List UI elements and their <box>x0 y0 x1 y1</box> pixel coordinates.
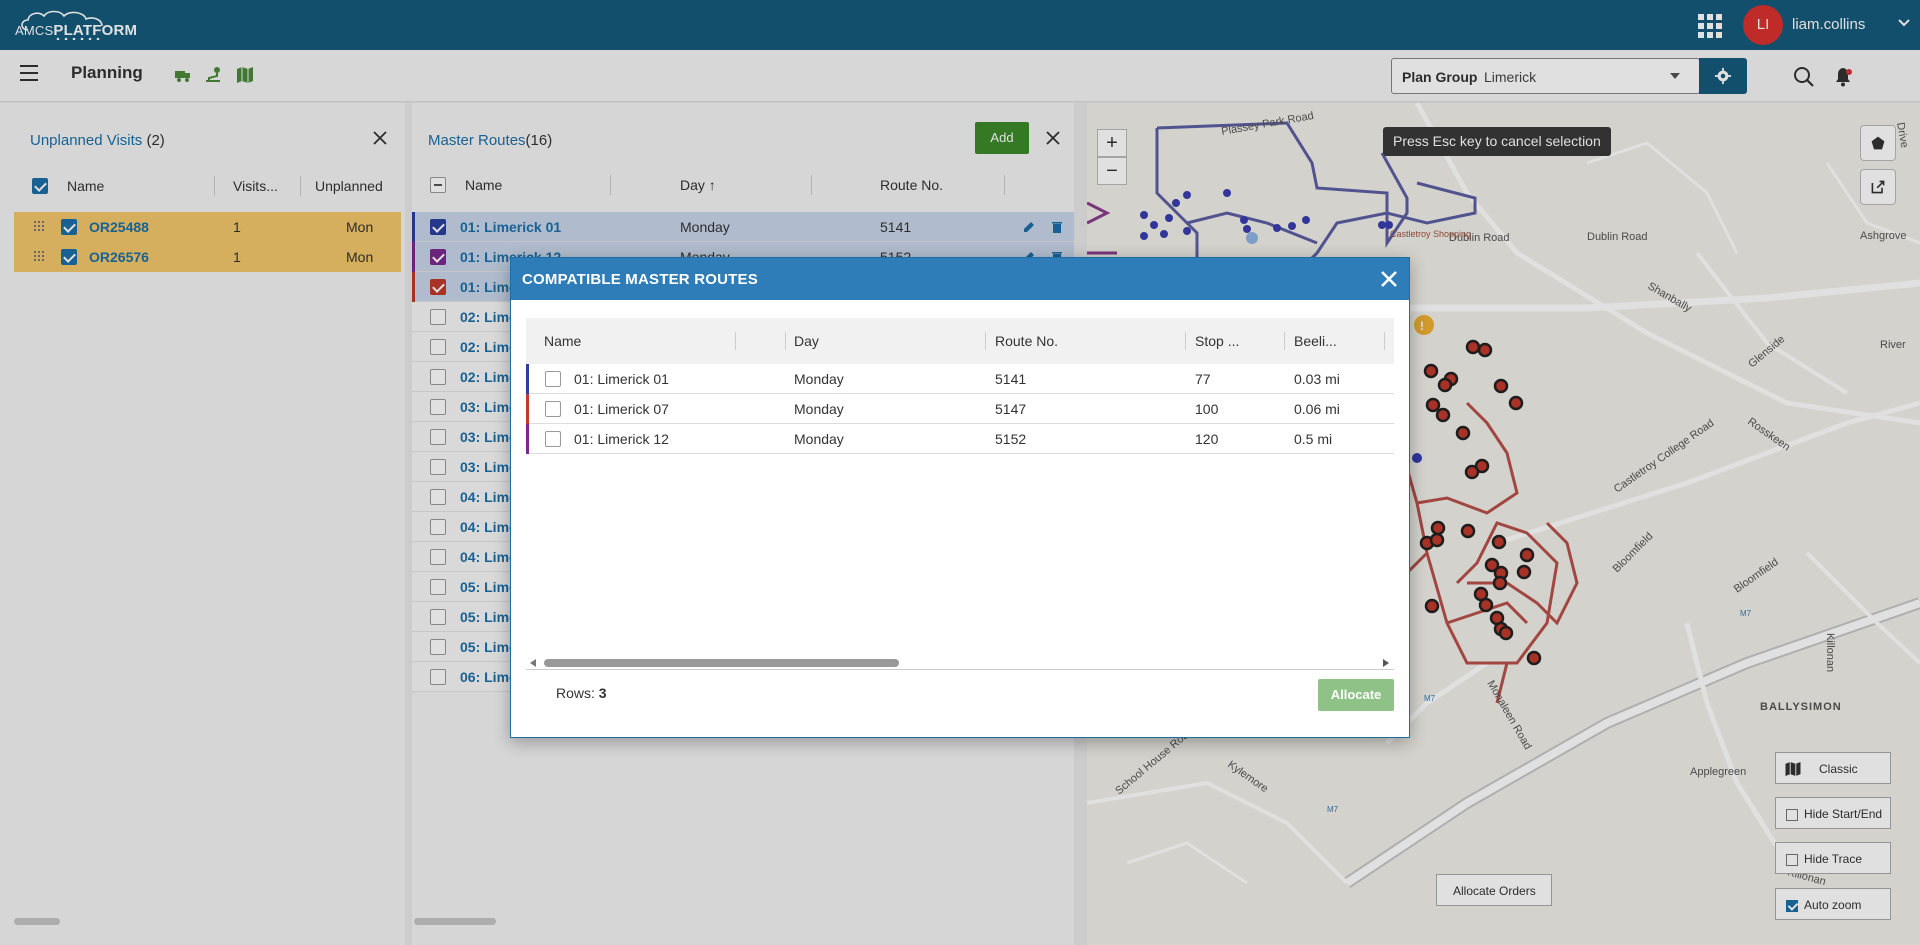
dialog-title: COMPATIBLE MASTER ROUTES <box>522 271 758 288</box>
route-number: 5141 <box>995 371 1027 387</box>
column-header-beeline[interactable]: Beeli... <box>1294 333 1337 349</box>
compatible-master-routes-dialog: COMPATIBLE MASTER ROUTES Name Day Route … <box>510 257 1410 738</box>
stop-count: 77 <box>1195 371 1211 387</box>
column-header-stops[interactable]: Stop ... <box>1195 333 1239 349</box>
allocate-button[interactable]: Allocate <box>1318 679 1394 711</box>
route-color-bar <box>526 394 529 424</box>
route-day: Monday <box>794 371 844 387</box>
table-row[interactable]: 01: Limerick 01 Monday 5141 77 0.03 mi <box>526 364 1394 394</box>
beeline-distance: 0.03 mi <box>1294 371 1340 387</box>
column-header-name[interactable]: Name <box>544 333 581 349</box>
table-row[interactable]: 01: Limerick 07 Monday 5147 100 0.06 mi <box>526 394 1394 424</box>
row-checkbox[interactable] <box>545 431 561 447</box>
route-name: 01: Limerick 07 <box>574 401 669 417</box>
compatible-routes-grid: Name Day Route No. Stop ... Beeli... 01:… <box>526 318 1394 662</box>
route-number: 5152 <box>995 431 1027 447</box>
scrollbar-thumb[interactable] <box>544 659 899 667</box>
route-name: 01: Limerick 12 <box>574 431 669 447</box>
route-day: Monday <box>794 431 844 447</box>
route-color-bar <box>526 424 529 454</box>
grid-header: Name Day Route No. Stop ... Beeli... <box>526 318 1394 364</box>
stop-count: 120 <box>1195 431 1219 447</box>
column-header-route-no[interactable]: Route No. <box>995 333 1058 349</box>
route-day: Monday <box>794 401 844 417</box>
stop-count: 100 <box>1195 401 1219 417</box>
close-icon[interactable] <box>1379 269 1399 289</box>
column-header-day[interactable]: Day <box>794 333 819 349</box>
row-checkbox[interactable] <box>545 401 561 417</box>
route-name: 01: Limerick 01 <box>574 371 669 387</box>
table-row[interactable]: 01: Limerick 12 Monday 5152 120 0.5 mi <box>526 424 1394 454</box>
row-checkbox[interactable] <box>545 371 561 387</box>
route-color-bar <box>526 364 529 394</box>
route-number: 5147 <box>995 401 1027 417</box>
scroll-left-icon[interactable] <box>530 659 536 667</box>
beeline-distance: 0.5 mi <box>1294 431 1333 447</box>
horizontal-scrollbar[interactable] <box>526 656 1394 670</box>
rows-count: Rows: 3 <box>556 685 607 701</box>
beeline-distance: 0.06 mi <box>1294 401 1340 417</box>
dialog-header: COMPATIBLE MASTER ROUTES <box>511 258 1409 300</box>
scroll-right-icon[interactable] <box>1383 659 1389 667</box>
